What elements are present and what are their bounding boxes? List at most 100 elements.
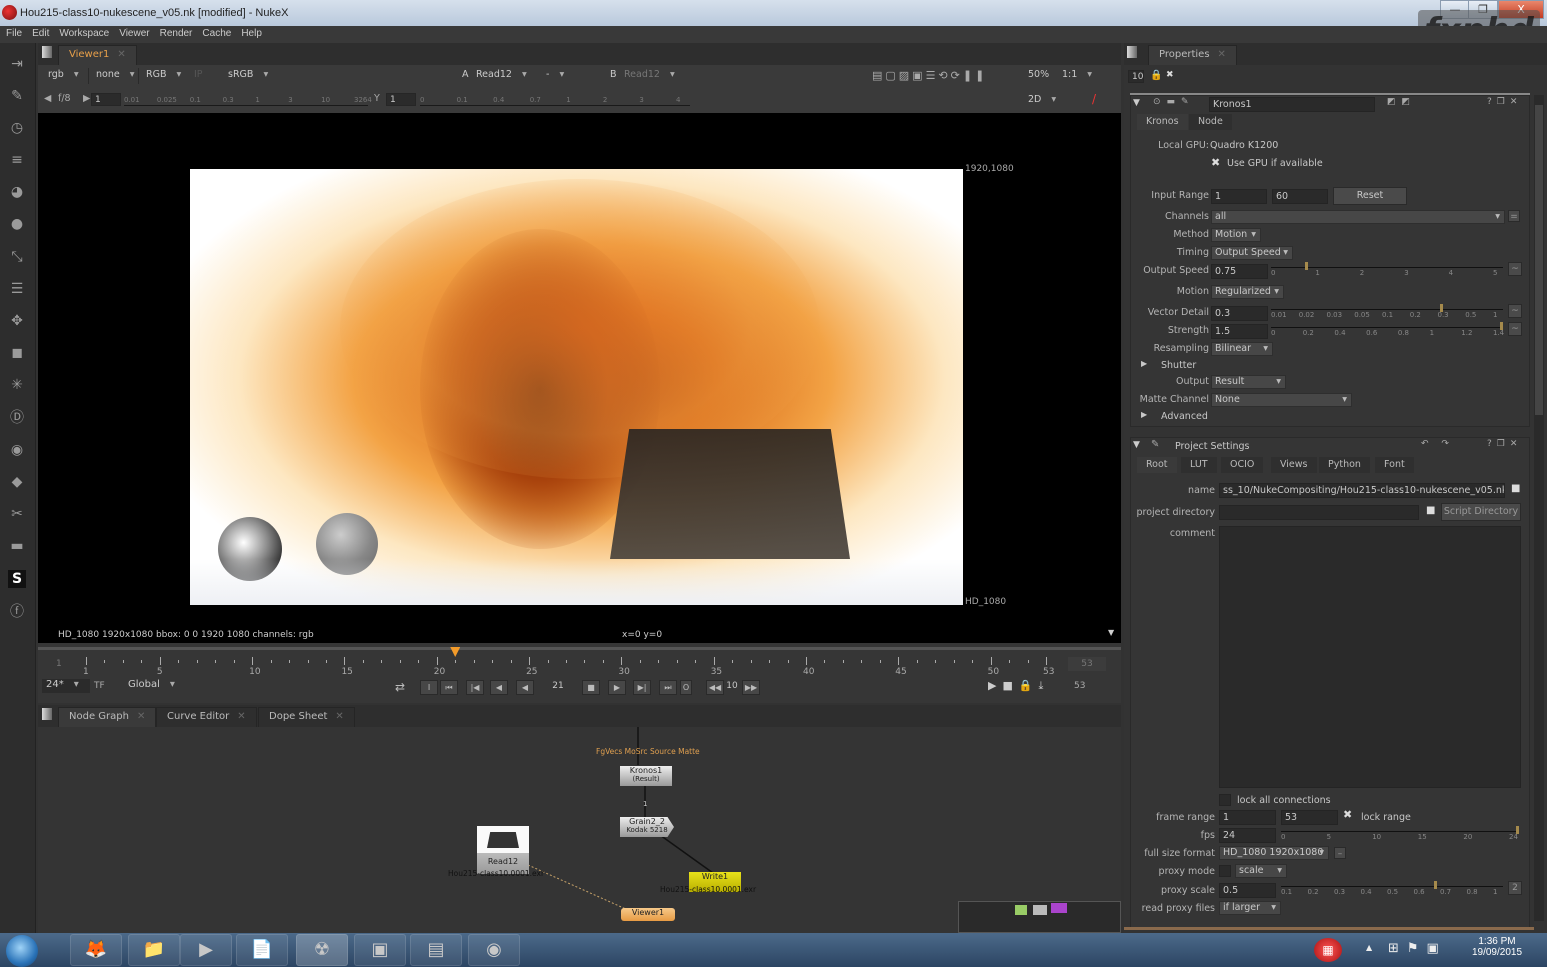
view-mode-dropdown[interactable]: 2D xyxy=(1024,94,1056,108)
tab-root[interactable]: Root xyxy=(1137,457,1177,473)
method-dropdown[interactable]: Motion xyxy=(1211,228,1261,242)
current-frame-field[interactable]: 21 xyxy=(544,681,572,691)
close-tab-icon[interactable]: ✕ xyxy=(1218,49,1226,60)
use-gpu-checkbox[interactable]: ✖ xyxy=(1211,156,1220,169)
node-graph-pane[interactable]: Node Graph ✕ Curve Editor ✕ Dope Sheet ✕ Fg… xyxy=(38,705,1121,933)
prev-keyframe-button[interactable]: |◀ xyxy=(466,680,484,695)
playhead[interactable] xyxy=(450,647,461,657)
play-backward-button[interactable]: ◀ xyxy=(516,680,534,695)
read-proxy-files-dropdown[interactable]: if larger xyxy=(1219,901,1281,915)
lock-icon[interactable]: 🔒 xyxy=(1150,70,1162,81)
deep-icon[interactable]: Ⓓ xyxy=(8,409,26,427)
shutter-expand-icon[interactable]: ▶ xyxy=(1141,359,1147,368)
wipe-mode-dropdown[interactable]: - xyxy=(542,69,598,83)
first-frame-button[interactable]: ⏮ xyxy=(440,680,458,695)
slider-knob[interactable] xyxy=(1434,881,1438,889)
channels-dropdown[interactable]: all xyxy=(1211,210,1505,224)
input-b-dropdown[interactable]: Read12 xyxy=(620,69,675,83)
furnace-icon[interactable]: ⓕ xyxy=(8,603,26,621)
advanced-group[interactable]: Advanced xyxy=(1161,411,1208,422)
fps-slider[interactable]: 0 5 10 15 20 24 xyxy=(1281,825,1519,841)
tray-app-icon[interactable]: ▦ xyxy=(1314,938,1342,962)
file-browser-icon[interactable]: ■ xyxy=(1511,483,1520,494)
clear-panels-icon[interactable]: ✖ xyxy=(1166,70,1174,80)
channel-icon[interactable]: ≡ xyxy=(8,151,26,169)
info-expand-icon[interactable]: ▼ xyxy=(1108,628,1114,637)
display-channels-dropdown[interactable]: RGB xyxy=(142,69,181,83)
file-browser-icon[interactable]: ■ xyxy=(1426,505,1435,516)
recording-app-icon[interactable]: ◉ xyxy=(468,934,520,966)
node-panel-icons[interactable]: ◩◩ xyxy=(1387,97,1416,107)
flipbook-icons[interactable]: ▶■🔒⤓ xyxy=(988,679,1049,693)
color-icon[interactable]: ◕ xyxy=(8,183,26,201)
ip-button[interactable]: IP xyxy=(194,69,203,80)
menu-help[interactable]: Help xyxy=(235,26,266,39)
matte-channel-dropdown[interactable]: None xyxy=(1211,393,1352,407)
proxy-mode-checkbox[interactable] xyxy=(1219,865,1231,877)
tab-python[interactable]: Python xyxy=(1319,457,1370,473)
particles-icon[interactable]: ✳ xyxy=(8,376,26,394)
tab-viewer1[interactable]: Viewer1 ✕ xyxy=(58,45,137,65)
tab-font[interactable]: Font xyxy=(1375,457,1414,473)
metadata-icon[interactable]: ◆ xyxy=(8,473,26,491)
slider-track[interactable] xyxy=(1281,886,1503,887)
menu-viewer[interactable]: Viewer xyxy=(113,26,153,39)
strength-animation-icon[interactable]: ~ xyxy=(1508,322,1522,336)
slider-knob[interactable] xyxy=(1305,262,1309,270)
transform-icon[interactable]: ✥ xyxy=(8,312,26,330)
gamma-slider[interactable]: 0 0.1 0.4 0.7 1 2 3 4 xyxy=(420,93,690,106)
image-icon[interactable]: ⇥ xyxy=(8,55,26,73)
slider-track[interactable] xyxy=(1271,309,1503,310)
project-directory-field[interactable] xyxy=(1219,505,1419,520)
proxy-scale-slider[interactable]: 0.1 0.2 0.3 0.4 0.5 0.6 0.7 0.8 1 xyxy=(1281,880,1503,896)
reset-button[interactable]: Reset xyxy=(1333,187,1407,205)
node-name-field[interactable]: Kronos1 xyxy=(1209,97,1375,112)
file-explorer-icon[interactable]: 📁 xyxy=(128,934,180,966)
merge-icon[interactable]: ☰ xyxy=(8,280,26,298)
prev-frame-button[interactable]: ◀ xyxy=(490,680,508,695)
frame-slider[interactable]: 1 5 10 15 20 25 30 35 40 45 50 53 xyxy=(83,647,1054,681)
firefox-icon[interactable]: 🦊 xyxy=(70,934,122,966)
format-edit-button[interactable]: – xyxy=(1334,847,1346,859)
smartvector-icon[interactable]: S xyxy=(8,570,26,588)
menu-workspace[interactable]: Workspace xyxy=(53,26,113,39)
shutter-group[interactable]: Shutter xyxy=(1161,360,1196,371)
node-kronos1[interactable]: Kronos1 (Result) xyxy=(620,766,672,786)
other-icon[interactable]: ▬ xyxy=(8,537,26,555)
fps-dropdown[interactable]: 24* xyxy=(42,679,90,693)
collapse-icon[interactable]: ▼ xyxy=(1133,440,1140,450)
frame-range-start[interactable]: 1 xyxy=(1219,810,1276,825)
keyer-icon[interactable]: ⤡ xyxy=(8,248,26,266)
zoom-level[interactable]: 50% xyxy=(1028,69,1049,80)
proxy-ratio-dropdown[interactable]: 1:1 xyxy=(1058,69,1092,83)
alpha-dropdown[interactable]: none xyxy=(92,69,134,83)
toolsets-icon[interactable]: ✂ xyxy=(8,505,26,523)
end-frame-field[interactable]: 53 xyxy=(1074,681,1100,691)
last-frame-button[interactable]: ⏭ xyxy=(659,680,677,695)
full-size-format-dropdown[interactable]: HD_1080 1920x1080 xyxy=(1219,846,1329,860)
slider-track[interactable] xyxy=(1281,831,1519,832)
node-color-buttons[interactable]: ⊙▬✎ xyxy=(1153,97,1195,107)
tab-node[interactable]: Node xyxy=(1189,114,1232,130)
output-dropdown[interactable]: Result xyxy=(1211,375,1286,389)
vector-detail-animation-icon[interactable]: ~ xyxy=(1508,304,1522,318)
channels-extra-button[interactable]: = xyxy=(1508,210,1520,222)
fstop-prev-icon[interactable]: ◀ xyxy=(44,93,51,104)
help-float-close-icons[interactable]: ?❐✕ xyxy=(1487,439,1522,449)
output-speed-animation-icon[interactable]: ~ xyxy=(1508,262,1522,276)
menu-cache[interactable]: Cache xyxy=(196,26,235,39)
tab-views[interactable]: Views xyxy=(1271,457,1317,473)
script-name-field[interactable]: ss_10/NukeCompositing/Hou215-class10-nuk… xyxy=(1219,483,1505,498)
channels-dropdown[interactable]: rgb xyxy=(44,69,79,83)
menu-file[interactable]: File xyxy=(0,26,26,39)
pane-menu-icon[interactable] xyxy=(42,46,52,58)
notepad-icon[interactable]: 📄 xyxy=(236,934,288,966)
office-doc-icon[interactable]: ▤ xyxy=(410,934,462,966)
skip-forward-button[interactable]: ▶▶ xyxy=(742,680,760,695)
menu-edit[interactable]: Edit xyxy=(26,26,53,39)
vector-detail-slider[interactable]: 0.01 0.02 0.03 0.05 0.1 0.2 0.3 0.5 1 xyxy=(1271,303,1503,319)
tab-ocio[interactable]: OCIO xyxy=(1221,457,1264,473)
vector-detail-field[interactable]: 0.3 xyxy=(1211,306,1268,321)
node-read12[interactable]: Read12 xyxy=(477,826,529,874)
skip-back-button[interactable]: ◀◀ xyxy=(706,680,724,695)
